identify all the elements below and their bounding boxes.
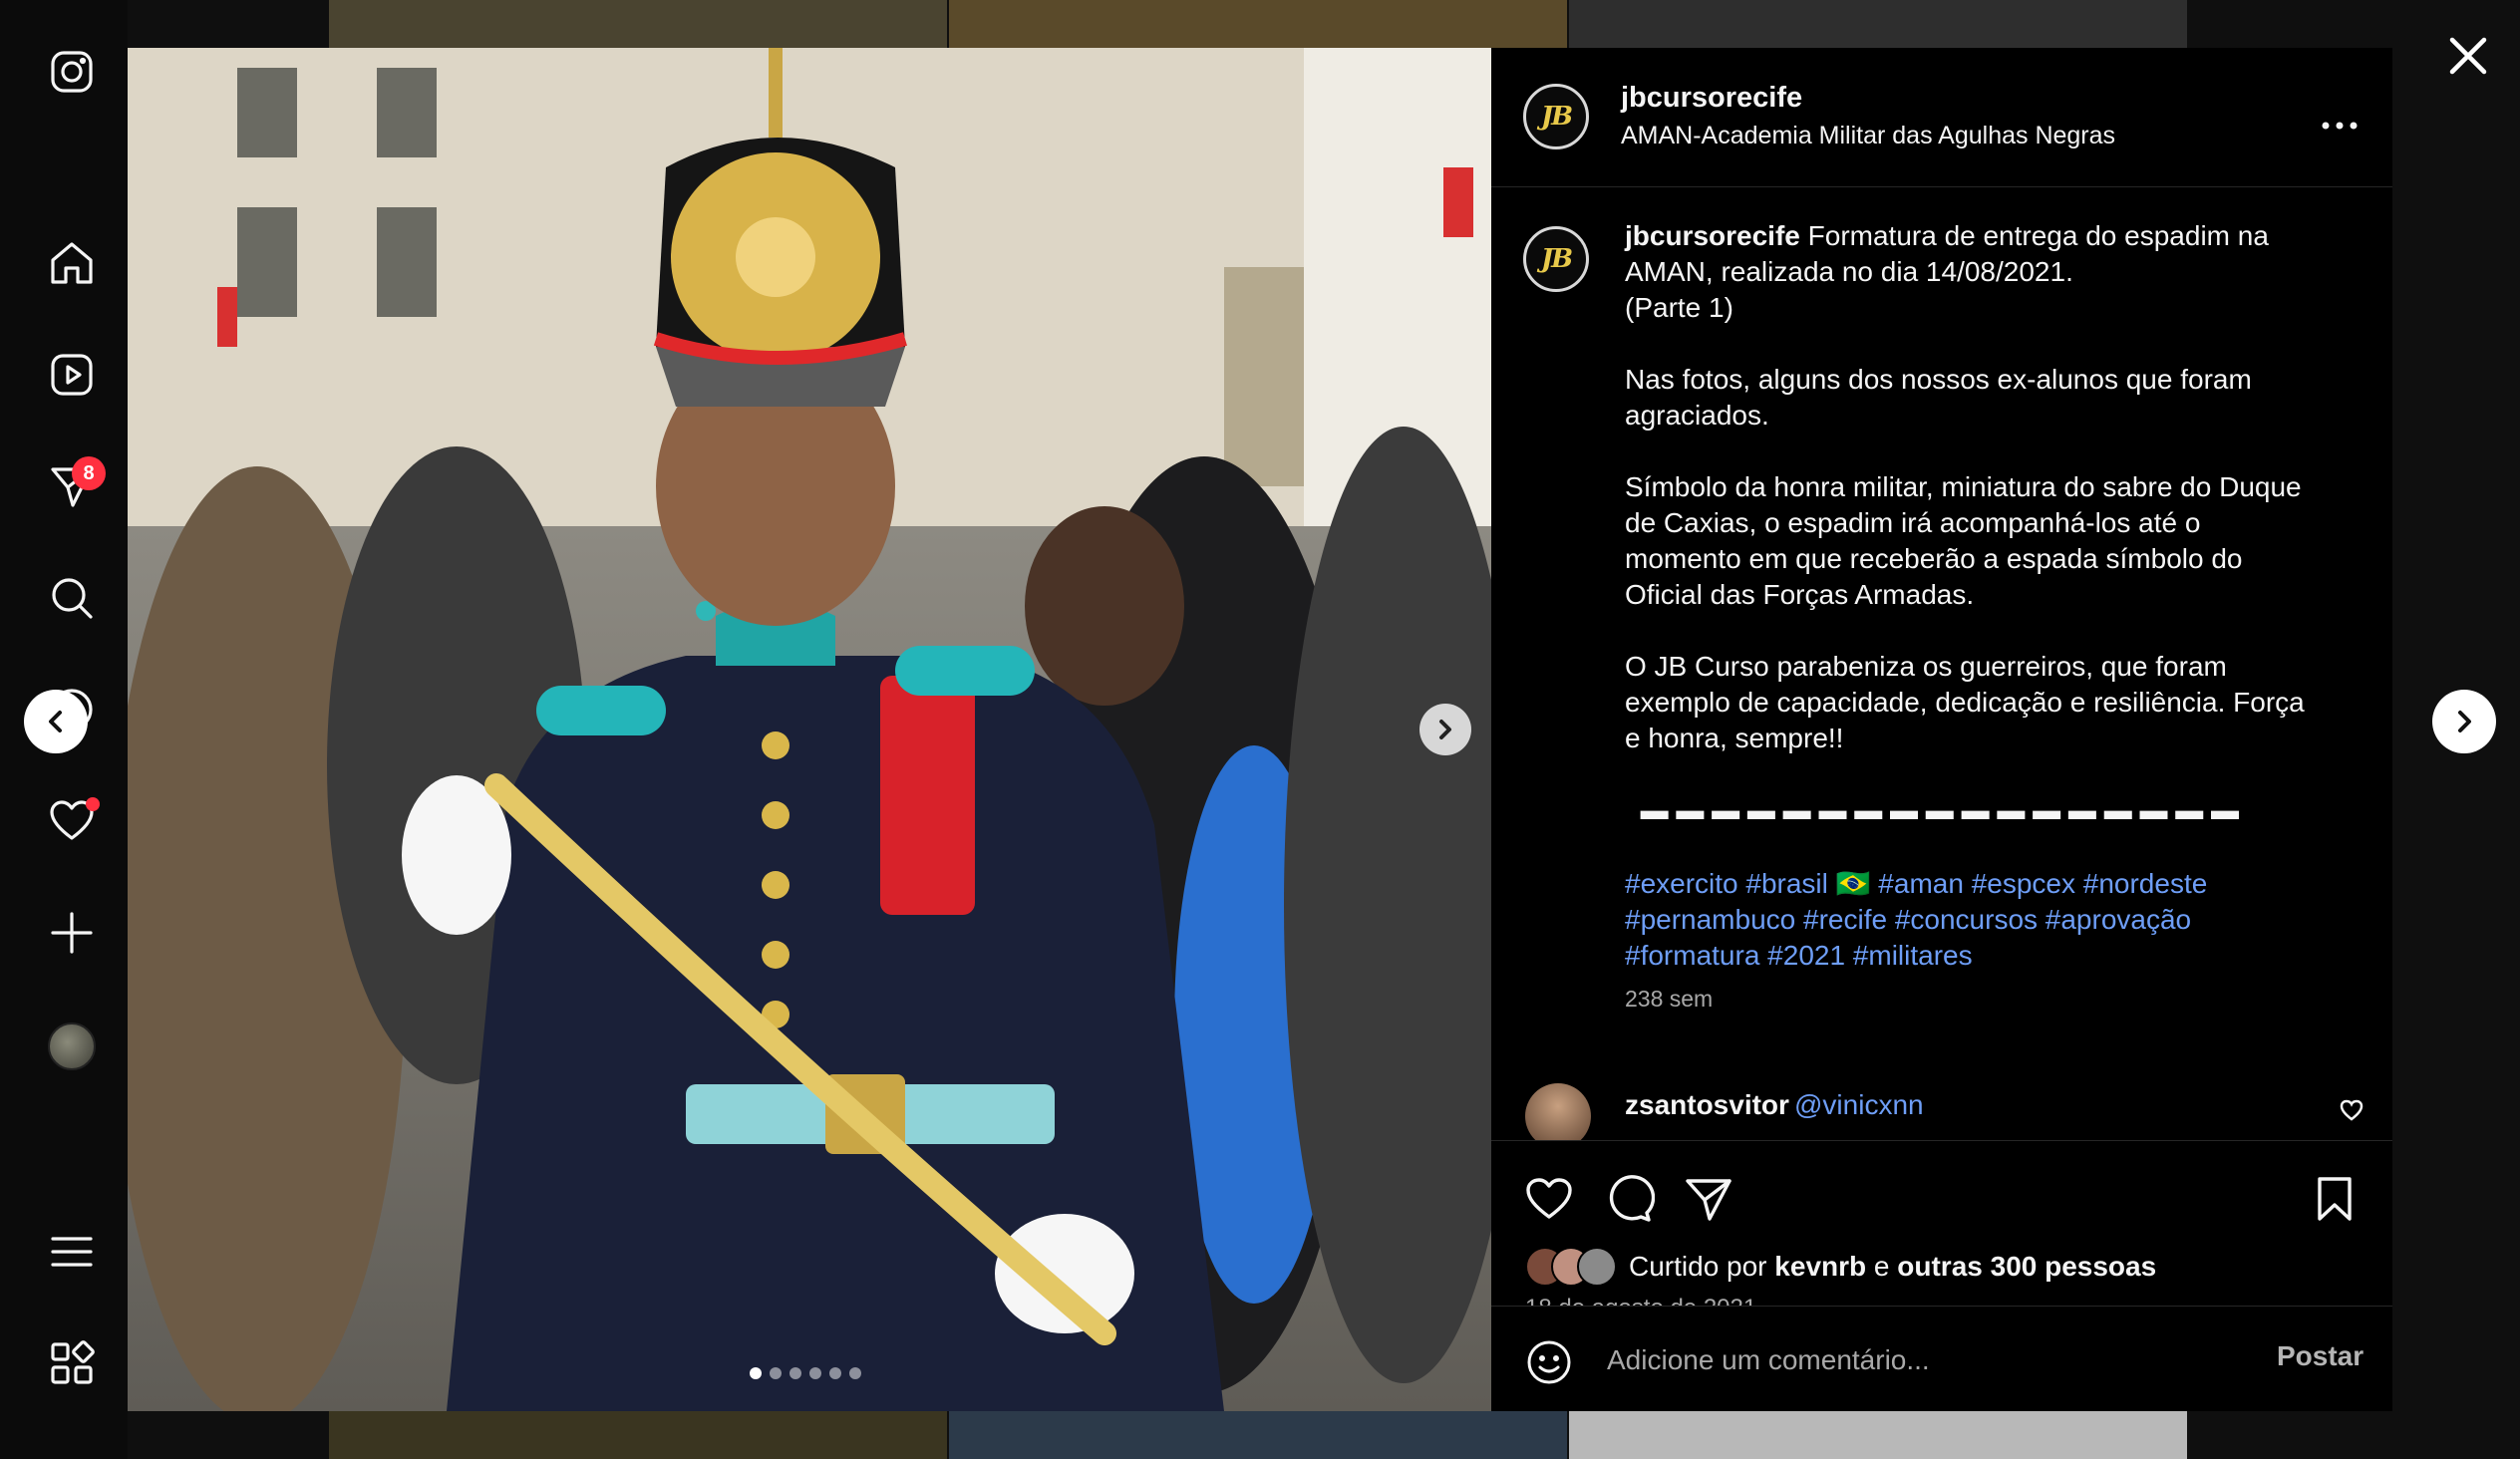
- caption-author-avatar[interactable]: JB: [1523, 226, 1589, 292]
- background-tile: [1569, 1411, 2187, 1459]
- activity-dot: [86, 797, 100, 811]
- caption-author-logo: JB: [1540, 244, 1573, 274]
- post-location[interactable]: AMAN-Academia Militar das Agulhas Negras: [1621, 122, 2115, 150]
- carousel-dot: [829, 1367, 841, 1379]
- caption-hashtags: #exercito #brasil 🇧🇷 #aman #espcex #nord…: [1625, 866, 2343, 974]
- author-avatar[interactable]: JB: [1523, 84, 1589, 149]
- post-caption: jbcursorecife Formatura de entrega do es…: [1625, 218, 2343, 828]
- save-icon[interactable]: [2309, 1173, 2361, 1225]
- post-photo: [128, 48, 1491, 1411]
- background-tile: [329, 1411, 947, 1459]
- post-header: JB jbcursorecife AMAN-Academia Militar d…: [1491, 48, 2392, 187]
- likes-connector: e: [1866, 1251, 1898, 1282]
- carousel-dot: [789, 1367, 801, 1379]
- more-options-icon[interactable]: [2315, 108, 2364, 144]
- post-comment-button[interactable]: Postar: [2277, 1340, 2363, 1372]
- previous-post-button[interactable]: [24, 690, 88, 753]
- commenter-avatar[interactable]: [1525, 1083, 1591, 1145]
- hashtag-line[interactable]: #pernambuco #recife #concursos #aprovaçã…: [1625, 902, 2343, 938]
- comment-composer: Postar: [1491, 1306, 2392, 1411]
- post-modal: JB jbcursorecife AMAN-Academia Militar d…: [128, 48, 2392, 1411]
- more-apps-icon[interactable]: [40, 1331, 104, 1395]
- liker-username[interactable]: kevnrb: [1774, 1251, 1866, 1282]
- emoji-icon[interactable]: [1525, 1338, 1573, 1386]
- post-photo-illustration: [128, 48, 1491, 1411]
- reels-icon[interactable]: [40, 343, 104, 407]
- chevron-right-icon: [2458, 711, 2471, 732]
- carousel-dot: [849, 1367, 861, 1379]
- chevron-right-icon: [1439, 720, 1451, 739]
- notification-badge: 8: [72, 456, 106, 490]
- caption-body: Formatura de entrega do espadim na AMAN,…: [1625, 220, 2305, 825]
- caption-time-ago: 238 sem: [1625, 986, 1714, 1012]
- carousel-dot: [809, 1367, 821, 1379]
- next-post-button[interactable]: [2432, 690, 2496, 753]
- search-icon[interactable]: [40, 566, 104, 630]
- background-tile: [949, 1411, 1567, 1459]
- likes-prefix: Curtido por: [1629, 1251, 1775, 1282]
- instagram-icon[interactable]: [40, 40, 104, 104]
- like-icon[interactable]: [1523, 1173, 1575, 1225]
- profile-avatar[interactable]: [48, 1022, 96, 1070]
- share-icon[interactable]: [1683, 1173, 1734, 1225]
- post-side-panel: JB jbcursorecife AMAN-Academia Militar d…: [1491, 48, 2392, 1411]
- chevron-left-icon: [49, 711, 62, 732]
- carousel-next-button[interactable]: [1419, 704, 1471, 755]
- create-icon[interactable]: [40, 901, 104, 965]
- background-tile: [329, 0, 947, 48]
- author-username[interactable]: jbcursorecife: [1621, 82, 1802, 115]
- carousel-dot: [750, 1367, 762, 1379]
- caption-username[interactable]: jbcursorecife: [1625, 220, 1800, 251]
- hashtag-line[interactable]: #exercito #brasil 🇧🇷 #aman #espcex #nord…: [1625, 866, 2343, 902]
- comment-icon[interactable]: [1603, 1173, 1656, 1225]
- carousel-dot: [770, 1367, 782, 1379]
- comment-input[interactable]: [1607, 1330, 2245, 1390]
- comment-item: zsantosvitor @vinicxnn: [1491, 1083, 2392, 1145]
- caption-scroll-area[interactable]: JB jbcursorecife Formatura de entrega do…: [1491, 188, 2392, 1145]
- comment-like-icon[interactable]: [2339, 1097, 2364, 1123]
- comment-mention[interactable]: @vinicxnn: [1794, 1089, 1924, 1121]
- likes-others[interactable]: outras 300 pessoas: [1897, 1251, 2156, 1282]
- likers-avatars[interactable]: [1525, 1247, 1625, 1287]
- background-tile: [1569, 0, 2187, 48]
- hashtag-line[interactable]: #formatura #2021 #militares: [1625, 938, 2343, 974]
- close-icon[interactable]: [2440, 28, 2496, 84]
- liker-avatar: [1577, 1247, 1617, 1287]
- home-icon[interactable]: [40, 231, 104, 295]
- menu-icon[interactable]: [40, 1220, 104, 1284]
- author-logo: JB: [1540, 102, 1573, 132]
- likes-summary: Curtido por kevnrb e outras 300 pessoas: [1629, 1251, 2156, 1283]
- carousel-indicator: [750, 1367, 861, 1379]
- background-tile: [949, 0, 1567, 48]
- commenter-username[interactable]: zsantosvitor: [1625, 1089, 1789, 1121]
